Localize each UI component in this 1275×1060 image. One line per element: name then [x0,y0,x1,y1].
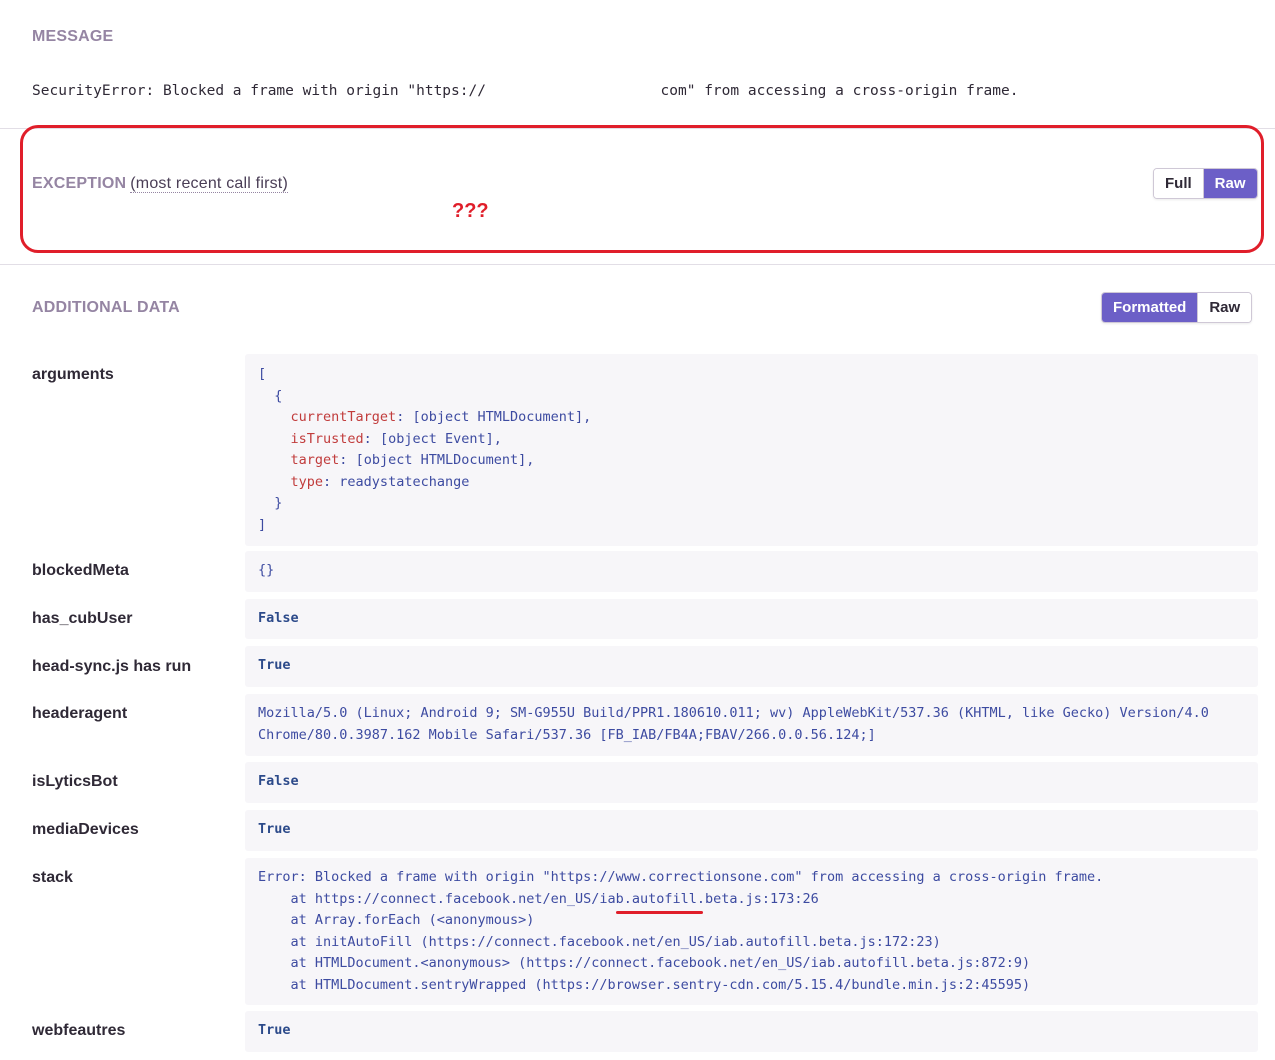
message-text: SecurityError: Blocked a frame with orig… [32,83,1019,99]
code-line: [ [258,366,267,382]
additional-data-view-toggle: Formatted Raw [1101,292,1253,323]
annotation-question-marks: ??? [452,200,489,222]
key-islyticsbot: isLyticsBot [32,773,118,790]
code-key: currentTarget [290,409,397,425]
divider [0,264,1275,265]
value-blockedmeta: {} [245,551,1258,592]
value-stack: Error: Blocked a frame with origin "http… [245,858,1258,1005]
code-line: at HTMLDocument.sentryWrapped (https://b… [258,976,1031,993]
code-line: at HTMLDocument.<anonymous> (https://con… [258,955,1031,971]
code-value: [object HTMLDocument], [355,452,535,468]
key-webfeautres: webfeautres [32,1022,126,1039]
code-key: isTrusted [290,430,364,447]
value-has-cubuser: False [245,599,1258,639]
code-line: at Array.forEach (<anonymous>) [258,912,535,928]
code-line: at initAutoFill (https://connect.faceboo… [258,933,941,950]
key-has-cubuser: has_cubUser [32,610,133,627]
code-value: [object HTMLDocument], [412,409,592,425]
code-key: type [290,473,324,490]
value-headeragent: Mozilla/5.0 (Linux; Android 9; SM-G955U … [245,694,1258,756]
key-blockedmeta: blockedMeta [32,562,129,579]
code-line: Error: Blocked a frame with origin "http… [258,869,1104,885]
code-value: readystatechange [339,473,470,490]
annotation-underline [616,911,703,914]
code-line: Mozilla/5.0 (Linux; Android 9; SM-G955U … [258,705,1209,721]
code-line: ] [258,516,267,533]
key-stack: stack [32,869,73,886]
value-arguments: [ { currentTarget: [object HTMLDocument]… [245,354,1258,546]
message-heading: MESSAGE [32,28,114,45]
value-head-sync: True [245,646,1258,687]
key-mediadevices: mediaDevices [32,821,139,838]
raw-button[interactable]: Raw [1197,293,1252,322]
code-line: Chrome/80.0.3987.162 Mobile Safari/537.3… [258,726,876,743]
additional-data-heading: ADDITIONAL DATA [32,299,180,316]
formatted-button[interactable]: Formatted [1102,293,1198,322]
code-line: { [274,387,283,404]
key-head-sync: head-sync.js has run [32,658,192,675]
code-value: [object Event], [379,430,502,447]
code-line: at https://connect.facebook.net/en_US/ia… [258,890,819,907]
key-arguments: arguments [32,366,114,383]
value-mediadevices: True [245,810,1258,851]
annotation-highlight-box [20,125,1264,253]
value-webfeautres: True [245,1011,1258,1052]
code-key: target [290,452,340,468]
key-headeragent: headeragent [32,705,128,722]
value-islyticsbot: False [245,762,1258,803]
code-line: } [274,495,283,511]
